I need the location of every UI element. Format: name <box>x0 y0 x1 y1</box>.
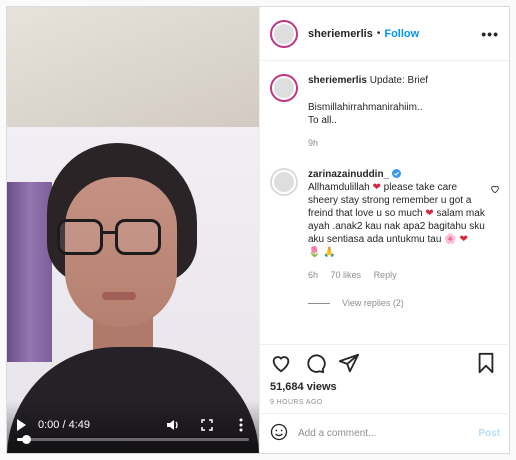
caption-text: Update: Brief <box>369 75 429 86</box>
comment-icon[interactable] <box>304 352 328 376</box>
comment-input[interactable] <box>298 428 479 439</box>
avatar[interactable] <box>270 19 298 48</box>
view-count[interactable]: 51,684 views <box>270 381 500 393</box>
bookmark-icon[interactable] <box>476 352 500 376</box>
caption-time: 9h <box>308 138 319 148</box>
more-options-button[interactable]: ••• <box>481 26 499 42</box>
caption-avatar[interactable] <box>270 74 298 102</box>
post-header: sheriemerlis • Follow ••• <box>260 7 509 61</box>
share-icon[interactable] <box>338 352 362 376</box>
comment-likes[interactable]: 70 likes <box>331 270 362 280</box>
red-heart-emoji-icon: ❤ <box>425 208 434 219</box>
comment-username[interactable]: zarinazainuddin_ <box>308 169 389 180</box>
view-replies-label: View replies (2) <box>342 298 404 308</box>
red-heart-emoji-icon: ❤ <box>372 182 381 193</box>
commenter-avatar[interactable] <box>270 168 298 196</box>
post-frame: 0:00 / 4:49 sheriemerlis • Follow ••• sh… <box>6 6 510 454</box>
like-comment-icon[interactable] <box>490 184 500 197</box>
like-icon[interactable] <box>270 352 294 376</box>
comment: zarinazainuddin_ Allhamdulillah ❤ please… <box>270 168 500 282</box>
flower-emoji-icon: 🌸 <box>444 234 457 245</box>
post-side-panel: sheriemerlis • Follow ••• sheriemerlis U… <box>259 7 510 453</box>
caption-line-2: Bismillahirrahmanirahiim.. <box>308 102 423 113</box>
follow-button[interactable]: Follow <box>384 28 419 40</box>
post-age: 9 HOURS AGO <box>270 399 323 406</box>
post-button[interactable]: Post <box>478 428 500 439</box>
video-progress-bar[interactable] <box>17 435 249 444</box>
volume-icon[interactable] <box>165 417 181 433</box>
progress-knob[interactable] <box>22 435 32 444</box>
fullscreen-icon[interactable] <box>199 417 215 433</box>
emoji-line: 🌷 🙏 <box>308 247 336 258</box>
view-replies-button[interactable]: View replies (2) <box>308 298 500 308</box>
header-username[interactable]: sheriemerlis <box>308 28 373 40</box>
red-heart-emoji-icon: ❤ <box>459 234 468 245</box>
verified-badge-icon <box>391 169 401 178</box>
post-actions: 51,684 views 9 HOURS AGO <box>260 344 510 406</box>
video-time: 0:00 / 4:49 <box>38 419 90 431</box>
caption-line-3: To all.. <box>308 115 337 126</box>
comment-text-1: Allhamdulillah <box>308 182 370 193</box>
play-icon[interactable] <box>17 419 26 431</box>
video-controls: 0:00 / 4:49 <box>7 401 259 453</box>
caption: sheriemerlis Update: Brief Bismillahirra… <box>270 74 500 150</box>
reply-button[interactable]: Reply <box>374 270 397 280</box>
comment-time: 6h <box>308 270 319 280</box>
video-player[interactable]: 0:00 / 4:49 <box>7 7 259 453</box>
more-options-icon[interactable] <box>233 417 249 433</box>
separator-dot: • <box>376 28 381 39</box>
emoji-smiley-icon[interactable] <box>270 423 288 444</box>
add-comment-bar: Post <box>260 413 510 453</box>
video-frame <box>7 7 259 453</box>
comments-list: sheriemerlis Update: Brief Bismillahirra… <box>260 62 510 342</box>
caption-username[interactable]: sheriemerlis <box>308 75 367 86</box>
